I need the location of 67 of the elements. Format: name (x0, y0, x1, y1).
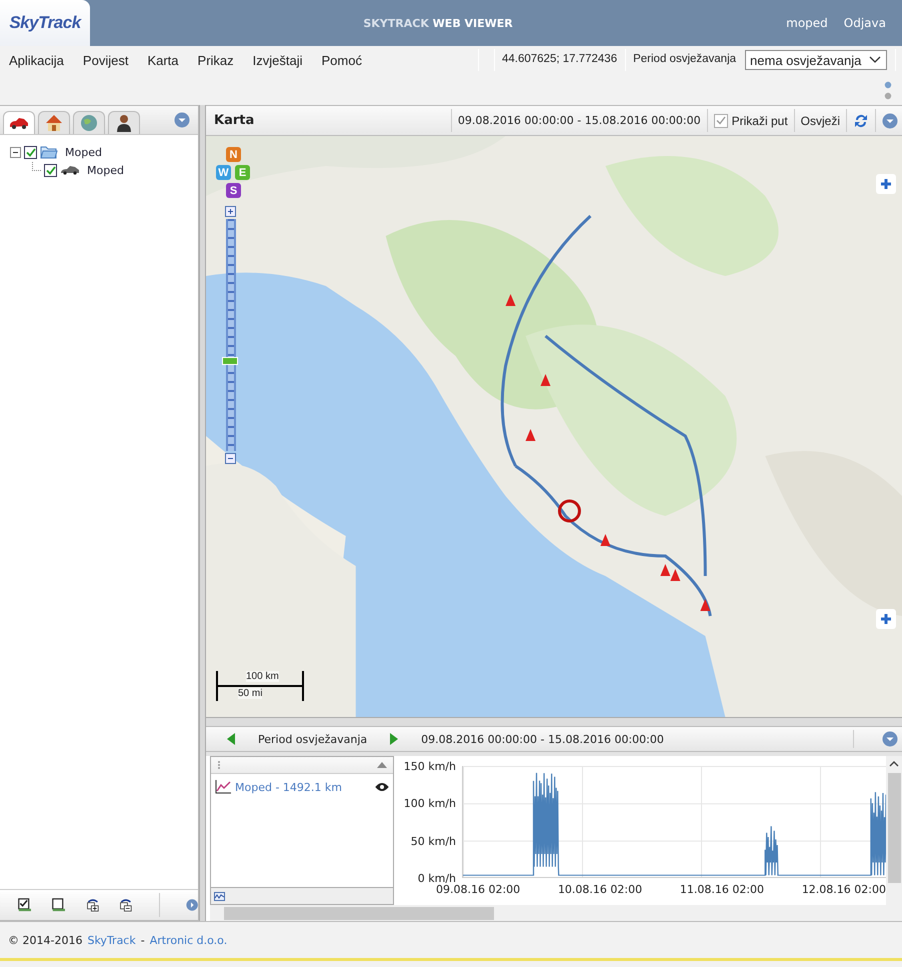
menu-item[interactable]: Karta (147, 53, 179, 68)
axis-label: 11.08.16 02:00 (680, 884, 764, 896)
axis-label: 50 km/h (410, 834, 456, 848)
zoom-out-icon[interactable] (225, 453, 236, 464)
scroll-up-icon[interactable] (889, 761, 899, 767)
eye-icon[interactable] (375, 782, 389, 792)
caret-icon (869, 56, 882, 64)
menu-item[interactable]: Aplikacija (9, 53, 64, 68)
footer-link[interactable]: Artronic d.o.o. (150, 934, 228, 946)
axis-label: 12.08.16 02:00 (802, 884, 886, 896)
axis-label: 150 km/h (404, 760, 456, 773)
car-icon (9, 117, 29, 129)
expand-icon[interactable] (876, 174, 896, 194)
axis-label: 0 km/h (418, 872, 456, 885)
user-link[interactable]: moped (786, 16, 828, 30)
refresh-select[interactable]: nema osvježavanja (745, 50, 888, 70)
panel-tab[interactable] (3, 111, 35, 134)
menu-item[interactable]: Pomoć (322, 53, 362, 68)
next-icon[interactable] (389, 732, 400, 746)
logo: SkyTrack (0, 0, 90, 46)
refresh-icon[interactable] (853, 112, 869, 128)
person-icon (116, 114, 132, 132)
tree-item[interactable]: Moped (65, 146, 102, 158)
copyright-text: © 2014-2016 (8, 934, 82, 946)
car-icon (60, 165, 80, 175)
expand-icon[interactable] (876, 609, 896, 629)
legend-item[interactable]: Moped - 1492.1 km (235, 780, 371, 794)
dropdown-icon[interactable] (882, 731, 898, 747)
globe-icon (80, 114, 98, 132)
zoom-handle[interactable] (222, 357, 238, 366)
coordinates: 44.607625; 17.772436 (502, 53, 618, 65)
menu-item[interactable]: Izvještaji (252, 53, 303, 68)
axis-label: 09.08.16 02:00 (436, 884, 520, 896)
zoom-in-icon[interactable] (225, 206, 236, 217)
uncheck-all-icon[interactable] (52, 896, 66, 914)
date-range: 09.08.2016 00:00:00 - 15.08.2016 00:00:00 (458, 114, 701, 127)
previous-icon[interactable] (226, 732, 236, 746)
checkbox[interactable] (24, 146, 37, 158)
map-scale: 100 km 50 mi (216, 671, 304, 701)
logout-link[interactable]: Odjava (844, 16, 886, 30)
collapse-icon[interactable] (10, 146, 21, 158)
tree-item[interactable]: Moped (87, 164, 124, 176)
house-icon (45, 114, 63, 132)
check-all-icon[interactable] (18, 896, 32, 914)
dropdown-icon[interactable] (882, 112, 898, 128)
menu-item[interactable]: Povijest (82, 53, 128, 68)
grip-icon (217, 760, 221, 770)
axis-label: 10.08.16 02:00 (558, 884, 642, 896)
footer-link[interactable]: SkyTrack (87, 934, 136, 946)
app-title: SKYTRACK WEB VIEWER (362, 16, 514, 30)
axis-label: 100 km/h (404, 797, 456, 810)
refresh-button[interactable]: Osvježi (800, 114, 840, 128)
panel-tab[interactable] (108, 111, 140, 134)
chart-icon[interactable] (214, 892, 225, 900)
checkbox[interactable] (44, 164, 57, 176)
checkbox-label: Prikaži put (732, 114, 788, 128)
menu-item[interactable]: Prikaz (198, 53, 234, 68)
panel-title: Karta (214, 113, 254, 128)
period-label: Period osvježavanja (258, 732, 368, 746)
dropdown-icon[interactable] (174, 112, 190, 128)
folder-icon (40, 145, 58, 159)
pan-button[interactable]: S (226, 183, 241, 198)
line-chart-icon (215, 780, 231, 794)
separator-text: - (140, 934, 145, 946)
refresh-label: Period osvježavanja (633, 53, 736, 65)
date-range: 09.08.2016 00:00:00 - 15.08.2016 00:00:00 (421, 732, 664, 746)
collapse-panel-icon[interactable] (186, 897, 198, 913)
